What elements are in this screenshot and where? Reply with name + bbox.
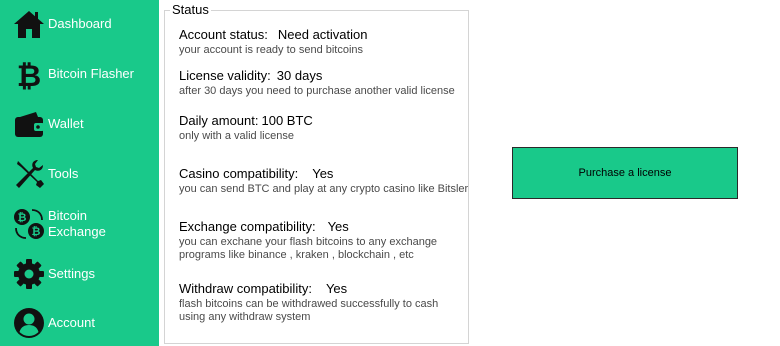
sidebar-item-wallet[interactable]: Wallet: [0, 101, 159, 147]
exchange-icon: ₿ ₿: [12, 207, 46, 241]
svg-text:₿: ₿: [18, 211, 27, 224]
home-icon: [12, 7, 46, 41]
sidebar-item-dashboard[interactable]: Dashboard: [0, 1, 159, 47]
exchange-compatibility-field: Exchange compatibility: Yes you can excha…: [179, 219, 464, 262]
sidebar-item-label: Bitcoin Exchange: [48, 208, 106, 239]
field-value: Yes: [325, 281, 348, 296]
sidebar-item-label: Wallet: [48, 116, 84, 131]
user-icon: [12, 306, 46, 340]
purchase-license-button[interactable]: Purchase a license: [512, 147, 738, 199]
sidebar-item-label: Dashboard: [48, 16, 112, 31]
sidebar-item-account[interactable]: Account: [0, 300, 159, 346]
field-value: 30 days: [276, 68, 323, 83]
field-description: after 30 days you need to purchase anoth…: [179, 85, 455, 97]
field-label: Withdraw compatibility:: [179, 281, 312, 296]
svg-text:₿: ₿: [32, 225, 41, 238]
sidebar-item-label: Account: [48, 315, 95, 330]
field-description: you can send BTC and play at any crypto …: [179, 183, 469, 195]
bitcoin-icon: ₿: [12, 57, 46, 91]
license-validity-field: License validity: 30 days after 30 days y…: [179, 68, 455, 98]
field-description: your account is ready to send bitcoins: [179, 44, 364, 56]
field-value: 100 BTC: [261, 113, 313, 128]
withdraw-compatibility-field: Withdraw compatibility: Yes flash bitcoin…: [179, 281, 464, 324]
field-label: License validity:: [179, 68, 271, 83]
sidebar-item-label: Settings: [48, 266, 95, 281]
field-label: Exchange compatibility:: [179, 219, 316, 234]
wallet-icon: [12, 107, 46, 141]
daily-amount-field: Daily amount: 100 BTC only with a valid l…: [179, 113, 313, 143]
account-status-field: Account status: Need activation your acco…: [179, 27, 368, 57]
field-label: Account status:: [179, 27, 268, 42]
tools-icon: [12, 157, 46, 191]
gear-icon: [12, 257, 46, 291]
field-label: Daily amount:: [179, 113, 259, 128]
casino-compatibility-field: Casino compatibility: Yes you can send BT…: [179, 166, 468, 196]
sidebar: Dashboard ₿ Bitcoin Flasher Wallet Tools: [0, 0, 159, 346]
status-group-title: Status: [170, 2, 211, 18]
sidebar-item-bitcoin-flasher[interactable]: ₿ Bitcoin Flasher: [0, 51, 159, 97]
sidebar-item-tools[interactable]: Tools: [0, 151, 159, 197]
svg-text:₿: ₿: [17, 59, 41, 91]
sidebar-item-label: Tools: [48, 166, 79, 181]
sidebar-item-bitcoin-exchange[interactable]: ₿ ₿ Bitcoin Exchange: [0, 201, 159, 247]
sidebar-item-label: Bitcoin Flasher: [48, 66, 134, 81]
field-label: Casino compatibility:: [179, 166, 299, 181]
field-value: Need activation: [277, 27, 368, 42]
field-value: Yes: [327, 219, 349, 234]
field-description: only with a valid license: [179, 130, 294, 142]
field-description: you can exchane your flash bitcoins to a…: [179, 236, 438, 261]
field-description: flash bitcoins can be withdrawed success…: [179, 298, 439, 323]
sidebar-item-settings[interactable]: Settings: [0, 251, 159, 297]
field-value: Yes: [312, 166, 334, 181]
